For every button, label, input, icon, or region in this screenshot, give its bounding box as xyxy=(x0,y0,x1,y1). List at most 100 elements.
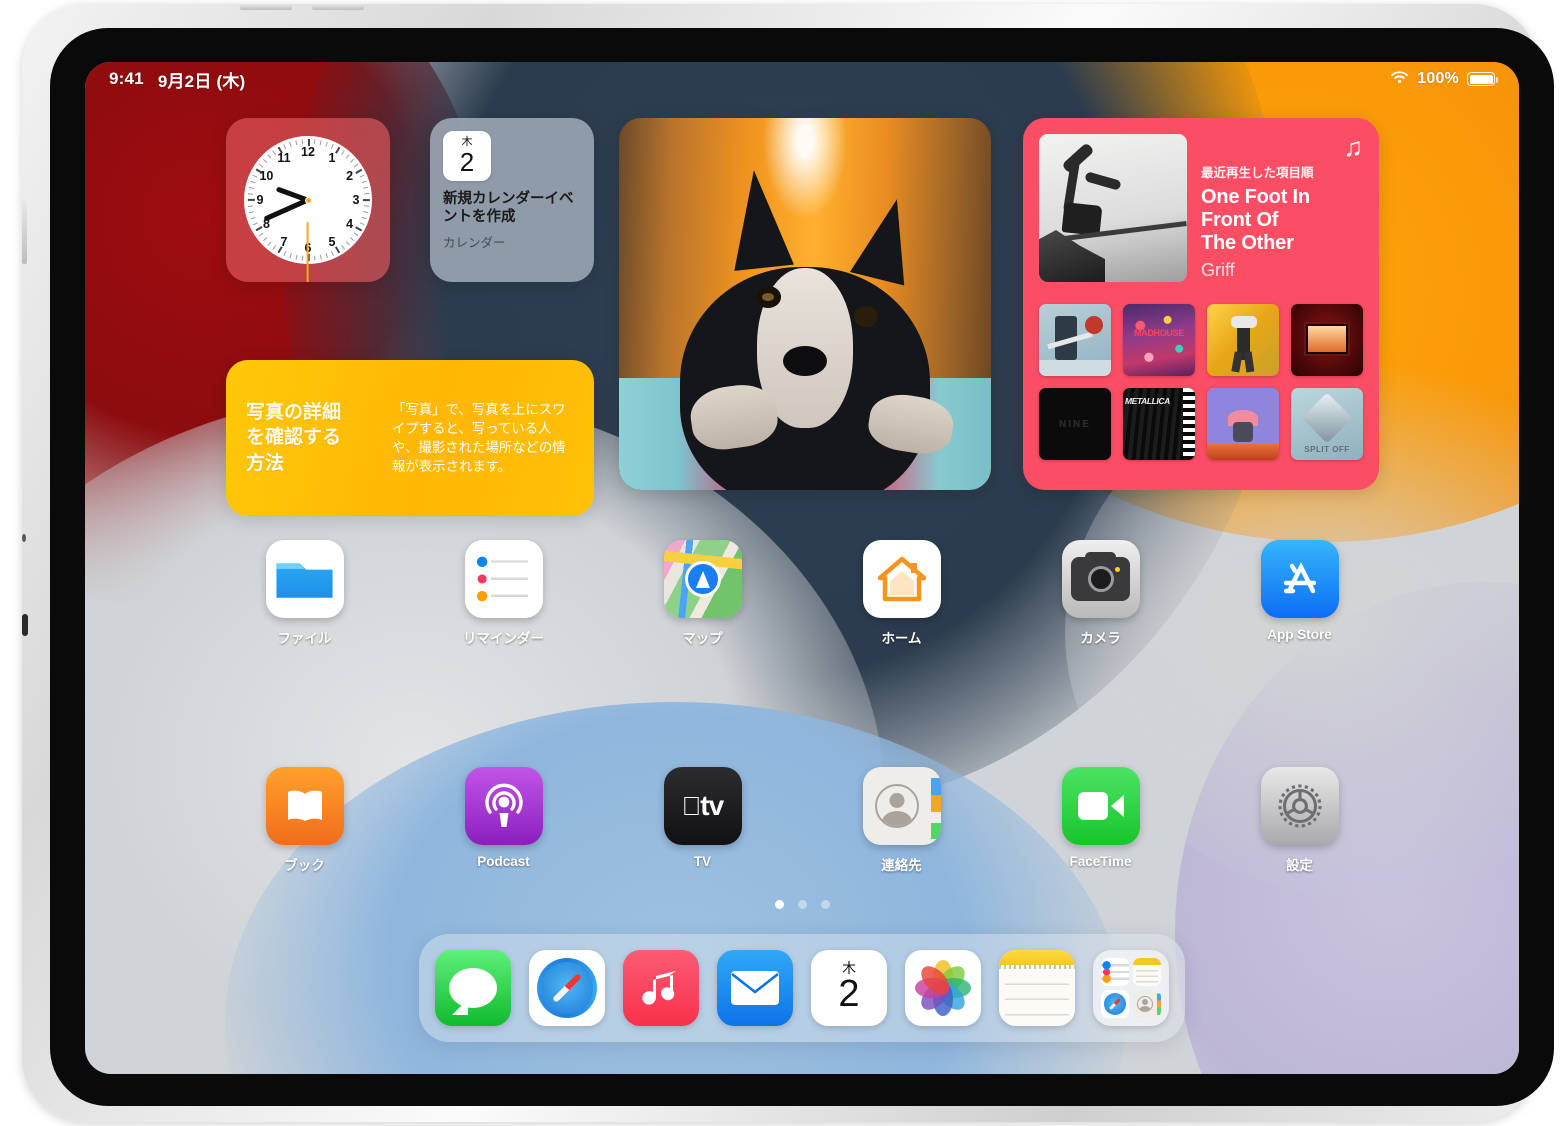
tips-widget[interactable]: 写真の詳細 を確認する 方法 「写真」で、写真を上にスワイプすると、写っている人… xyxy=(226,360,594,516)
podcasts-icon[interactable] xyxy=(464,767,543,845)
dock-item-notes[interactable] xyxy=(999,950,1075,1026)
photo-dog-ear-left xyxy=(724,167,794,271)
clock-tick xyxy=(267,241,272,246)
status-date: 9月2日 (木) xyxy=(157,71,246,91)
reminders-icon[interactable] xyxy=(464,540,543,618)
app-reminders[interactable]: リマインダー xyxy=(404,540,603,647)
music-widget[interactable]: 最近再生した項目順 One Foot In Front Of The Other… xyxy=(1023,118,1379,490)
album-tile-6[interactable]: METALLICA xyxy=(1123,388,1195,460)
app-label: FaceTime xyxy=(1069,854,1132,869)
clock-tick xyxy=(252,222,258,226)
music-note-icon: ♫ xyxy=(1343,132,1364,162)
clock-tick xyxy=(363,211,369,214)
widget-area: 121234567891011 木 2 新規カレンダーイベントを作成 カレンダー xyxy=(85,108,1519,528)
home-icon[interactable] xyxy=(862,540,941,618)
books-icon[interactable] xyxy=(265,767,344,845)
app-settings[interactable]: 設定 xyxy=(1200,767,1399,874)
app-facetime[interactable]: FaceTime xyxy=(1001,767,1200,874)
music-artist: Griff xyxy=(1201,259,1235,280)
app-label: App Store xyxy=(1267,627,1332,642)
page-dot[interactable] xyxy=(797,900,807,909)
app-contacts[interactable]: 連絡先 xyxy=(802,767,1001,874)
album-tile-5[interactable]: NINE xyxy=(1039,388,1111,460)
calendar-day-number: 2 xyxy=(459,147,475,177)
app-appstore[interactable]: App Store xyxy=(1200,540,1399,647)
dock-item-music[interactable] xyxy=(623,950,699,1026)
app-files[interactable]: ファイル xyxy=(205,540,404,647)
dock-item-mail[interactable] xyxy=(717,950,793,1026)
contacts-icon[interactable] xyxy=(862,767,941,845)
clock-tick xyxy=(295,140,298,146)
clock-widget[interactable]: 121234567891011 xyxy=(226,118,390,282)
app-books[interactable]: ブック xyxy=(205,767,404,874)
album-tile-2[interactable]: MADHOUSE xyxy=(1123,304,1195,376)
music-album-grid: MADHOUSE NINE METALLICA SPLIT OFF xyxy=(1039,304,1363,460)
calendar-widget-subtitle: カレンダー xyxy=(443,236,506,251)
page-dot[interactable] xyxy=(820,900,830,909)
app-home[interactable]: ホーム xyxy=(802,540,1001,647)
settings-icon[interactable] xyxy=(1260,767,1339,845)
app-tv[interactable]: tv TV xyxy=(603,767,802,874)
volume-button-up[interactable] xyxy=(240,4,292,10)
power-button[interactable] xyxy=(22,200,27,264)
clock-tick xyxy=(313,139,316,145)
clock-tick xyxy=(301,255,304,261)
clock-tick xyxy=(258,232,264,237)
page-dot[interactable] xyxy=(774,900,784,909)
clock-tick xyxy=(330,144,334,150)
app-label: 連絡先 xyxy=(881,858,922,873)
app-maps[interactable]: マップ xyxy=(603,540,802,647)
app-camera[interactable]: カメラ xyxy=(1001,540,1200,647)
clock-minute-hand xyxy=(263,197,309,222)
clock-tick xyxy=(289,253,292,259)
photo-dog-eye-left xyxy=(755,286,781,308)
clock-tick xyxy=(248,211,254,214)
dock-item-messages[interactable] xyxy=(435,950,511,1026)
dock-item-safari[interactable] xyxy=(529,950,605,1026)
dock-item-calendar[interactable]: 木2 xyxy=(811,950,887,1026)
clock-tick xyxy=(319,140,322,146)
clock-tick xyxy=(252,174,258,178)
album-tile-3[interactable] xyxy=(1207,304,1279,376)
clock-tick xyxy=(359,174,365,178)
album-tile-4[interactable] xyxy=(1291,304,1363,376)
clock-tick xyxy=(325,253,329,259)
clock-numeral: 9 xyxy=(256,193,264,207)
music-track-line2: The Other xyxy=(1201,232,1294,255)
dock: 木2 xyxy=(419,934,1185,1042)
calendar-widget[interactable]: 木 2 新規カレンダーイベントを作成 カレンダー xyxy=(430,118,594,282)
front-camera xyxy=(22,534,26,542)
music-now-playing[interactable]: 最近再生した項目順 One Foot In Front Of The Other… xyxy=(1023,118,1379,298)
files-icon[interactable] xyxy=(265,540,344,618)
folder-mini-safari xyxy=(1101,990,1129,1018)
album-tile-8[interactable]: SPLIT OFF xyxy=(1291,388,1363,460)
music-track-meta: 最近再生した項目順 One Foot In Front Of The Other… xyxy=(1201,134,1363,282)
album-2-label: MADHOUSE xyxy=(1133,328,1185,338)
battery-icon xyxy=(1467,72,1499,86)
album-5-label: NINE xyxy=(1059,418,1091,430)
maps-icon[interactable] xyxy=(663,540,742,618)
page-dots[interactable] xyxy=(85,900,1519,909)
clock-tick xyxy=(313,255,316,261)
clock-numeral: 11 xyxy=(277,151,291,166)
appstore-icon[interactable] xyxy=(1260,540,1339,618)
dock-item-photos[interactable] xyxy=(905,950,981,1026)
folder-mini-reminders xyxy=(1101,958,1129,986)
folder-mini-contacts xyxy=(1133,990,1161,1018)
clock-numeral: 2 xyxy=(346,169,354,183)
ipad-screen: 9:41 9月2日 (木) 100% 12 1 2 3 4 5 7 8 9 10… xyxy=(85,62,1519,1074)
app-label: マップ xyxy=(682,631,723,646)
photos-widget[interactable] xyxy=(619,118,991,490)
calendar-widget-title: 新規カレンダーイベントを作成 xyxy=(443,191,574,225)
app-label: ホーム xyxy=(881,631,922,646)
dock-item-recents-folder[interactable] xyxy=(1093,950,1169,1026)
app-podcasts[interactable]: Podcast xyxy=(404,767,603,874)
app-label: Podcast xyxy=(477,854,530,869)
volume-button-down[interactable] xyxy=(312,4,364,10)
album-tile-1[interactable] xyxy=(1039,304,1111,376)
tv-icon[interactable]: tv xyxy=(663,767,742,845)
album-tile-7[interactable] xyxy=(1207,388,1279,460)
app-label: ファイル xyxy=(277,631,332,646)
facetime-icon[interactable] xyxy=(1061,767,1140,845)
camera-icon[interactable] xyxy=(1061,540,1140,618)
